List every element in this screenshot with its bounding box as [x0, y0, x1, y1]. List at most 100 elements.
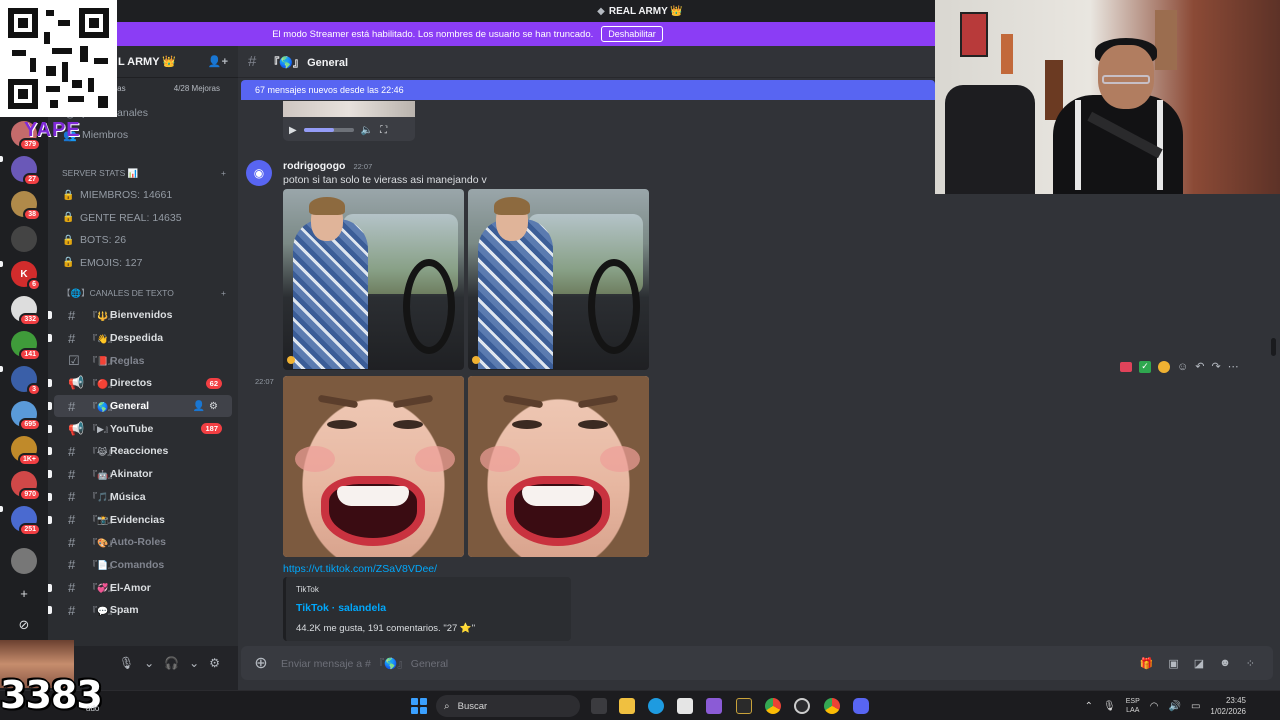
server-icon[interactable]: K6: [11, 261, 41, 291]
server-icon[interactable]: 970: [11, 471, 41, 501]
scrollbar-thumb[interactable]: [1271, 338, 1276, 356]
attachment-image[interactable]: [468, 376, 649, 557]
gift-icon[interactable]: 🎁: [1140, 657, 1154, 670]
server-icon[interactable]: 3: [11, 366, 41, 396]
more-icon[interactable]: ⋯: [1228, 360, 1239, 373]
video-progress[interactable]: [303, 128, 354, 132]
unread-dot: [48, 470, 52, 479]
server-icon[interactable]: 38: [11, 191, 41, 221]
message-author[interactable]: rodrigogogo: [283, 160, 345, 172]
chevron-down-icon[interactable]: ⌄: [189, 656, 199, 670]
video-player[interactable]: ▶ 🔈 ⛶: [283, 101, 415, 141]
edge-icon[interactable]: [648, 698, 664, 714]
invite-icon[interactable]: 👤+: [208, 55, 228, 68]
channel-general[interactable]: # 『🌎』 General 👤⚙: [48, 394, 232, 418]
disable-streamer-button[interactable]: Deshabilitar: [601, 26, 663, 42]
volume-icon[interactable]: 🔈: [361, 125, 373, 136]
category-text-channels[interactable]: 【🌐】CANALES DE TEXTO +: [48, 282, 238, 304]
category-server-stats[interactable]: SERVER STATS 📊 +: [48, 162, 238, 184]
file-explorer-icon[interactable]: [619, 698, 635, 714]
channel-comandos[interactable]: # 『📄』 Comandos: [54, 554, 232, 577]
stat-channel[interactable]: 🔒 GENTE REAL: 14635: [48, 207, 238, 230]
stat-channel[interactable]: 🔒 EMOJIS: 127: [48, 252, 238, 275]
new-messages-bar[interactable]: 67 mensajes nuevos desde las 22:46: [241, 80, 935, 100]
channel-reacciones[interactable]: # 『😹』 Reacciones: [48, 440, 232, 463]
avatar[interactable]: ◉: [246, 160, 272, 186]
channel-el-amor[interactable]: # 『💞』 El-Amor: [48, 576, 232, 599]
sticker-icon[interactable]: ◪: [1194, 657, 1204, 670]
obs-icon[interactable]: [794, 698, 810, 714]
add-attachment-icon[interactable]: ⊕: [241, 653, 281, 673]
game-icon[interactable]: [736, 698, 752, 714]
add-channel-icon[interactable]: +: [221, 288, 226, 298]
server-icon[interactable]: [11, 226, 37, 252]
message-composer[interactable]: ⊕ Enviar mensaje a # 『🌎』 General 🎁 ▣ ◪ ☻…: [241, 646, 1273, 680]
chevron-up-icon[interactable]: ⌃: [1085, 701, 1093, 712]
channel-spam[interactable]: # 『💬』 Spam: [48, 599, 232, 622]
server-icon[interactable]: 27: [11, 156, 41, 186]
server-icon[interactable]: 332: [11, 296, 41, 326]
channel-despedida[interactable]: # 『👋』 Despedida: [48, 327, 232, 350]
reaction-icon[interactable]: [1120, 361, 1132, 372]
play-icon[interactable]: ▶: [289, 125, 297, 136]
taskbar-search[interactable]: ⌕ Buscar: [436, 695, 580, 717]
channel-youtube[interactable]: 📢 『▶』 YouTube 187: [48, 417, 232, 440]
server-icon[interactable]: 1K+: [11, 436, 41, 466]
discover-icon[interactable]: ⊘: [13, 614, 35, 636]
chrome-icon[interactable]: [824, 698, 840, 714]
server-icon[interactable]: [11, 548, 37, 574]
channel-musica[interactable]: # 『🎵』 Música: [48, 486, 232, 509]
channel-name: Akinator: [110, 468, 153, 481]
forward-icon[interactable]: ↷: [1211, 360, 1220, 373]
fullscreen-icon[interactable]: ⛶: [380, 125, 387, 136]
channel-akinator[interactable]: # 『🤖』 Akinator: [48, 463, 232, 486]
channel-evidencias[interactable]: # 『📸』 Evidencias: [48, 508, 232, 531]
copilot-icon[interactable]: [706, 698, 722, 714]
stat-label: EMOJIS: 127: [80, 256, 143, 269]
battery-icon[interactable]: ▭: [1191, 701, 1200, 712]
attachment-image[interactable]: [283, 189, 464, 370]
reply-icon[interactable]: ↶: [1195, 360, 1204, 373]
volume-icon[interactable]: 🔊: [1169, 701, 1181, 712]
discord-icon[interactable]: [853, 698, 869, 714]
task-view-icon[interactable]: [591, 698, 607, 714]
add-server-icon[interactable]: +: [13, 582, 35, 604]
server-icon[interactable]: 141: [11, 331, 41, 361]
store-icon[interactable]: [677, 698, 693, 714]
checkmark-icon[interactable]: ✓: [1139, 360, 1151, 373]
add-reaction-icon[interactable]: ☺: [1177, 361, 1188, 373]
add-channel-icon[interactable]: +: [221, 168, 226, 178]
server-icon[interactable]: 695: [11, 401, 41, 431]
channel-directos[interactable]: 📢 『🔴』 Directos 62: [48, 372, 232, 395]
windows-start-icon[interactable]: [411, 698, 427, 714]
microphone-icon[interactable]: 🎙: [119, 656, 134, 670]
chrome-icon[interactable]: [765, 698, 781, 714]
attachment-image[interactable]: [283, 376, 464, 557]
message-link[interactable]: https://vt.tiktok.com/ZSaV8VDee/: [283, 563, 437, 575]
embed-title[interactable]: TikTok · salandela: [296, 602, 561, 614]
unread-dot: [48, 424, 52, 433]
message-timestamp: 22:07: [255, 377, 274, 386]
channel-bienvenidos[interactable]: # 『🔱』 Bienvenidos: [48, 304, 232, 327]
chevron-down-icon[interactable]: ⌄: [144, 656, 154, 670]
stat-channel[interactable]: 🔒 MIEMBROS: 14661: [48, 184, 238, 207]
microphone-icon[interactable]: 🎙: [1103, 701, 1116, 712]
clock[interactable]: 23:45 1/02/2026: [1210, 695, 1246, 717]
gif-icon[interactable]: ▣: [1168, 657, 1178, 670]
laugh-emoji-icon[interactable]: [1158, 360, 1170, 373]
mention-badge: 332: [19, 313, 41, 326]
hash-icon: #: [68, 512, 76, 528]
stat-channel[interactable]: 🔒 BOTS: 26: [48, 229, 238, 252]
headphones-icon[interactable]: 🎧: [164, 656, 179, 670]
server-icon[interactable]: 251: [11, 506, 41, 536]
attachment-image[interactable]: [468, 189, 649, 370]
channel-reglas[interactable]: ☑ 『📕』 Reglas: [54, 349, 232, 372]
channel-settings-icons[interactable]: 👤⚙: [193, 401, 222, 412]
language-indicator[interactable]: ESP LAA: [1126, 697, 1140, 715]
channel-auto-roles[interactable]: # 『🎨』 Auto-Roles: [54, 531, 232, 554]
apps-icon[interactable]: ⁘: [1246, 657, 1255, 670]
emoji-icon[interactable]: ☻: [1219, 657, 1231, 670]
message-input[interactable]: Enviar mensaje a # 『🌎』 General: [281, 656, 1140, 671]
gear-icon[interactable]: ⚙: [209, 656, 220, 670]
wifi-icon[interactable]: ◠: [1150, 701, 1159, 712]
